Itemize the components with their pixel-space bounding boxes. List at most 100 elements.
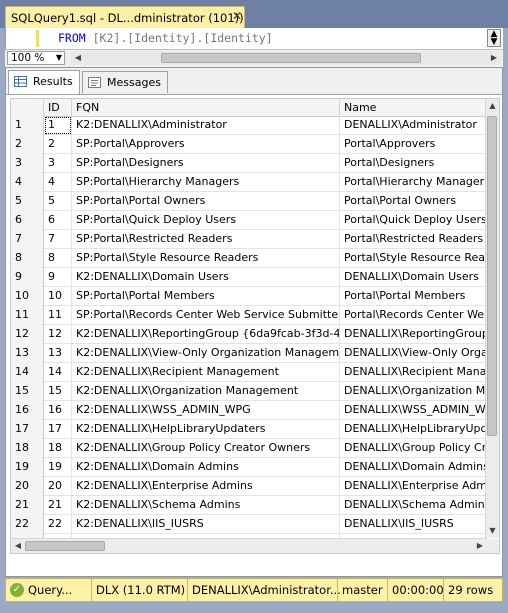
row-number-cell[interactable]: 21 [11,496,44,515]
table-row[interactable]: 9 9 K2:DENALLIX\Domain Users DENALLIX\Domai… [11,268,487,287]
row-number-cell[interactable]: 13 [11,344,44,363]
fqn-cell[interactable]: K2:DENALLIX\Domain Users [72,268,340,287]
row-number-cell[interactable]: 9 [11,268,44,287]
name-cell[interactable]: DENALLIX\WSS_ADMIN_W [340,401,487,420]
grid-vertical-scrollbar[interactable]: ▲ ▼ [485,99,499,538]
row-number-cell[interactable]: 8 [11,249,44,268]
table-row[interactable]: 3 3 SP:Portal\Designers Portal\Designers [11,154,487,173]
row-number-cell[interactable]: 7 [11,230,44,249]
table-row[interactable]: 22 22 K2:DENALLIX\IIS_IUSRS DENALLIX\IIS_IU… [11,515,487,534]
fqn-cell[interactable]: SP:Portal\Portal Members [72,287,340,306]
tab-results[interactable]: Results [8,70,80,94]
table-row[interactable]: 13 13 K2:DENALLIX\View-Only Organization M… [11,344,487,363]
row-number-cell[interactable]: 3 [11,154,44,173]
table-row[interactable]: 4 4 SP:Portal\Hierarchy Managers Portal\Hie… [11,173,487,192]
fqn-cell[interactable]: K2:DENALLIX\WSS_ADMIN_WPG [72,401,340,420]
fqn-cell[interactable]: SP:Portal\Records Center Web Service Sub… [72,306,340,325]
row-number-cell[interactable]: 16 [11,401,44,420]
table-row[interactable]: 19 19 K2:DENALLIX\Domain Admins DENALLIX\Do… [11,458,487,477]
row-number-cell[interactable]: 6 [11,211,44,230]
name-cell[interactable]: DENALLIX\Domain Users [340,268,487,287]
fqn-cell[interactable]: K2:DENALLIX\View-Only Organization Manag… [72,344,340,363]
id-cell[interactable]: 18 [44,439,72,458]
scroll-thumb[interactable] [487,116,497,436]
fqn-cell[interactable]: K2:DENALLIX\HelpLibraryUpdaters [72,420,340,439]
fqn-cell[interactable]: K2:DENALLIX\Administrator [72,116,340,135]
table-row[interactable]: 20 20 K2:DENALLIX\Enterprise Admins DENALLI… [11,477,487,496]
fqn-cell[interactable]: SP:Portal\Portal Owners [72,192,340,211]
row-number-cell[interactable]: 10 [11,287,44,306]
name-cell[interactable]: DENALLIX\Schema Admins [340,496,487,515]
editor-horizontal-scrollbar[interactable]: ◀ ▶ [71,51,501,65]
fqn-cell[interactable]: SP:Portal\Quick Deploy Users [72,211,340,230]
fqn-cell[interactable]: K2:DENALLIX\Recipient Management [72,363,340,382]
scroll-left-icon[interactable]: ◀ [71,51,85,65]
id-cell[interactable]: 20 [44,477,72,496]
fqn-cell[interactable]: SP:Portal\Restricted Readers [72,230,340,249]
scroll-thumb[interactable] [161,53,421,63]
name-cell[interactable]: DENALLIX\Organization Ma [340,382,487,401]
row-number-cell[interactable]: 5 [11,192,44,211]
results-grid[interactable]: ID FQN Name 1 1 K2:DENALLIX\Administrator D… [10,98,500,554]
table-row[interactable]: 14 14 K2:DENALLIX\Recipient Management DENA… [11,363,487,382]
id-cell[interactable]: 4 [44,173,72,192]
table-row[interactable]: 12 12 K2:DENALLIX\ReportingGroup {6da9fcab… [11,325,487,344]
id-cell[interactable]: 7 [44,230,72,249]
fqn-cell[interactable]: K2:DENALLIX\Group Policy Creator Owners [72,439,340,458]
row-number-cell[interactable]: 17 [11,420,44,439]
fqn-cell[interactable]: K2:DENALLIX\Domain Admins [72,458,340,477]
name-cell[interactable]: DENALLIX\View-Only Organ [340,344,487,363]
fqn-cell[interactable]: K2:DENALLIX\Organization Management [72,382,340,401]
fqn-cell[interactable]: K2:DENALLIX\ReportingGroup {6da9fcab-3f3… [72,325,340,344]
fqn-cell[interactable]: SP:Portal\Hierarchy Managers [72,173,340,192]
id-cell[interactable]: 13 [44,344,72,363]
id-cell[interactable]: 17 [44,420,72,439]
table-row[interactable]: 11 11 SP:Portal\Records Center Web Service… [11,306,487,325]
id-cell[interactable]: 14 [44,363,72,382]
scroll-right-icon[interactable]: ▶ [473,539,487,553]
id-cell[interactable]: 19 [44,458,72,477]
chevron-down-icon[interactable]: ▼ [56,52,62,64]
name-cell[interactable]: Portal\Portal Owners [340,192,487,211]
table-row[interactable]: 5 5 SP:Portal\Portal Owners Portal\Portal O… [11,192,487,211]
id-cell[interactable]: 10 [44,287,72,306]
tab-messages[interactable]: Messages [82,71,168,93]
fqn-cell[interactable]: SP:Portal\Designers [72,154,340,173]
row-number-cell[interactable]: 2 [11,135,44,154]
zoom-select[interactable]: 100 % ▼ [7,51,65,65]
name-cell[interactable]: DENALLIX\Recipient Manag [340,363,487,382]
name-cell[interactable]: Portal\Portal Members [340,287,487,306]
name-cell[interactable]: DENALLIX\Administrator [340,116,487,135]
row-number-cell[interactable]: 11 [11,306,44,325]
row-number-cell[interactable]: 15 [11,382,44,401]
column-header-id[interactable]: ID [44,99,72,116]
name-cell[interactable]: DENALLIX\ReportingGroup [340,325,487,344]
name-cell[interactable]: Portal\Hierarchy Managers [340,173,487,192]
query-editor[interactable]: FROM [K2].[Identity].[Identity] ▲ ▼ [5,28,503,49]
scroll-thumb[interactable] [25,541,105,551]
name-cell[interactable]: DENALLIX\Enterprise Admin [340,477,487,496]
query-text[interactable]: FROM [K2].[Identity].[Identity] [58,31,273,45]
id-cell[interactable]: 22 [44,515,72,534]
row-number-cell[interactable]: 18 [11,439,44,458]
id-cell[interactable]: 15 [44,382,72,401]
name-cell[interactable]: DENALLIX\Group Policy Cre [340,439,487,458]
column-header-fqn[interactable]: FQN [72,99,340,116]
table-row[interactable]: 17 17 K2:DENALLIX\HelpLibraryUpdaters DENAL… [11,420,487,439]
table-row[interactable]: 1 1 K2:DENALLIX\Administrator DENALLIX\Admi… [11,116,487,135]
table-row[interactable]: 18 18 K2:DENALLIX\Group Policy Creator Own… [11,439,487,458]
splitter-icon[interactable]: ▲ ▼ [487,29,501,47]
name-cell[interactable]: DENALLIX\HelpLibraryUpda [340,420,487,439]
row-number-cell[interactable]: 19 [11,458,44,477]
fqn-cell[interactable]: K2:DENALLIX\Enterprise Admins [72,477,340,496]
name-cell[interactable]: Portal\Style Resource Read [340,249,487,268]
id-cell[interactable]: 21 [44,496,72,515]
id-cell[interactable]: 1 [44,116,72,135]
column-header-name[interactable]: Name [340,99,487,116]
table-row[interactable]: 16 16 K2:DENALLIX\WSS_ADMIN_WPG DENALLIX\WS… [11,401,487,420]
scroll-up-icon[interactable]: ▲ [486,99,499,113]
id-cell[interactable]: 9 [44,268,72,287]
id-cell[interactable]: 6 [44,211,72,230]
scroll-left-icon[interactable]: ◀ [11,539,25,553]
row-number-cell[interactable]: 4 [11,173,44,192]
